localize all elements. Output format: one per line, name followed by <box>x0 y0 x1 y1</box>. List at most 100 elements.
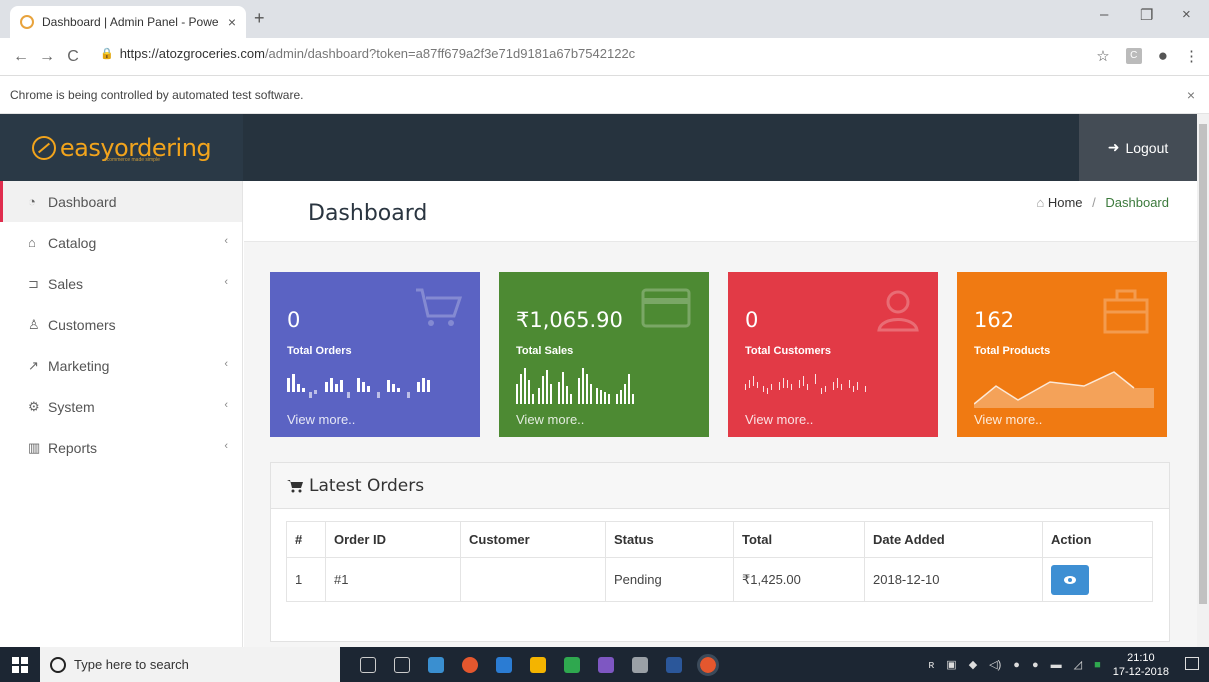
total-sales-card: ₹1,065.90 Total Sales View more.. <box>499 272 709 437</box>
logo-mark-icon <box>31 135 56 160</box>
menu-icon[interactable]: ⋮ <box>1184 47 1199 65</box>
table-row: 1 #1 Pending ₹1,425.00 2018-12-10 <box>286 557 1153 602</box>
window-close-button[interactable]: × <box>1182 6 1191 23</box>
sidebar-item-system[interactable]: ⚙ System ‹ <box>0 386 242 427</box>
latest-orders-panel: Latest Orders # Order ID Customer Status… <box>270 462 1170 642</box>
view-more-link[interactable]: View more.. <box>974 412 1042 427</box>
total-orders-card: 0 Total Orders View more.. <box>270 272 480 437</box>
reload-icon[interactable]: C <box>60 48 86 66</box>
taskbar-search-input[interactable]: Type here to search <box>40 647 340 682</box>
task-view-icon[interactable] <box>394 656 410 673</box>
sidebar-item-dashboard[interactable]: ◔ Dashboard <box>0 181 242 222</box>
briefcase-icon <box>1103 289 1149 334</box>
sidebar-item-label: System <box>48 398 95 415</box>
page-scrollbar[interactable] <box>1197 114 1209 647</box>
paint-icon[interactable] <box>632 656 648 673</box>
sidebar-item-marketing[interactable]: ↗ Marketing ‹ <box>0 345 242 386</box>
card-value: 0 <box>287 308 301 332</box>
profile-icon[interactable]: ● <box>1158 46 1168 66</box>
app-tray-icon[interactable]: ● <box>1032 659 1039 671</box>
sparkline-bars <box>516 368 634 404</box>
column-header-date-added: Date Added <box>864 521 1043 558</box>
wifi-icon[interactable]: ◿ <box>1074 658 1082 671</box>
cell-date-added: 2018-12-10 <box>864 557 1043 602</box>
address-bar[interactable]: 🔒 https://atozgroceries.com/admin/dashbo… <box>100 46 635 61</box>
clock-time: 21:10 <box>1127 651 1155 664</box>
eclipse-icon[interactable] <box>598 656 614 673</box>
sidebar-item-catalog[interactable]: ⌂ Catalog ‹ <box>0 222 242 263</box>
column-header-action: Action <box>1042 521 1153 558</box>
taskbar-clock[interactable]: 21:10 17-12-2018 <box>1113 651 1169 679</box>
credit-card-icon <box>641 288 691 328</box>
people-icon[interactable]: ʀ <box>928 659 934 671</box>
bookmark-star-icon[interactable]: ☆ <box>1096 47 1109 65</box>
cart-icon <box>416 288 462 326</box>
minimize-button[interactable]: – <box>1100 6 1108 23</box>
windows-taskbar: Type here to search ʀ ▣ ◆ ◁) ● ● ▬ ◿ ■ 2… <box>0 647 1209 682</box>
sidebar-item-reports[interactable]: ▥ Reports ‹ <box>0 427 242 468</box>
card-label: Total Orders <box>287 345 352 357</box>
chrome-tray-icon[interactable]: ● <box>1013 659 1020 671</box>
card-value: 162 <box>974 308 1015 332</box>
extension-icon[interactable]: C <box>1125 48 1142 64</box>
cell-action <box>1042 557 1153 602</box>
forward-icon[interactable]: → <box>34 48 60 66</box>
infobar-close-icon[interactable]: × <box>1187 77 1195 114</box>
microphone-icon[interactable] <box>360 656 376 673</box>
store-icon[interactable] <box>530 656 546 673</box>
dashboard-icon: ◔ <box>28 194 36 209</box>
shield-icon[interactable]: ◆ <box>969 658 977 671</box>
column-header-order-id: Order ID <box>325 521 461 558</box>
clock-date: 17-12-2018 <box>1112 665 1169 678</box>
network-icon[interactable]: ▣ <box>946 658 956 671</box>
infobar-text: Chrome is being controlled by automated … <box>10 88 304 102</box>
view-more-link[interactable]: View more.. <box>745 412 813 427</box>
card-value: ₹1,065.90 <box>516 308 623 332</box>
notification-center-icon[interactable] <box>1185 657 1199 670</box>
tab-close-icon[interactable]: × <box>228 14 236 30</box>
table-header-row: # Order ID Customer Status Total Date Ad… <box>286 521 1153 558</box>
view-more-link[interactable]: View more.. <box>287 412 355 427</box>
total-customers-card: 0 Total Customers View more.. <box>728 272 938 437</box>
app-icon[interactable] <box>564 656 580 673</box>
taskbar-apps <box>360 653 719 676</box>
tab-title: Dashboard | Admin Panel - Powe <box>42 15 219 29</box>
battery-icon[interactable]: ▬ <box>1051 659 1062 671</box>
automation-infobar: Chrome is being controlled by automated … <box>0 77 1209 114</box>
edge-icon[interactable] <box>496 656 512 673</box>
sidebar-item-customers[interactable]: ♙ Customers <box>0 304 242 345</box>
chrome-active-icon[interactable] <box>697 653 719 676</box>
start-button[interactable] <box>0 647 40 682</box>
back-icon[interactable]: ← <box>8 48 34 66</box>
chrome-icon[interactable] <box>462 656 478 673</box>
card-label: Total Sales <box>516 345 574 357</box>
new-tab-button[interactable]: + <box>254 8 265 29</box>
tab-favicon-icon <box>20 15 34 29</box>
chevron-left-icon: ‹ <box>224 276 228 288</box>
breadcrumb-current[interactable]: Dashboard <box>1105 195 1169 210</box>
sidebar-item-sales[interactable]: ⊐ Sales ‹ <box>0 263 242 304</box>
scrollbar-thumb[interactable] <box>1199 124 1207 604</box>
app-icon[interactable] <box>428 656 444 673</box>
browser-tab[interactable]: Dashboard | Admin Panel - Powe × <box>10 6 246 38</box>
view-order-button[interactable] <box>1051 564 1089 595</box>
app-tray-icon[interactable]: ■ <box>1094 659 1101 671</box>
brand-logo[interactable]: easyordering ecommerce made simple <box>0 114 243 181</box>
tag-icon: ⌂ <box>28 235 36 250</box>
logout-button[interactable]: ➜ Logout <box>1079 114 1197 181</box>
sign-out-icon: ➜ <box>1107 139 1120 155</box>
home-icon: ⌂ <box>1036 195 1045 210</box>
word-icon[interactable] <box>666 656 682 673</box>
breadcrumb-home[interactable]: Home <box>1048 195 1083 210</box>
user-icon <box>877 290 919 332</box>
view-more-link[interactable]: View more.. <box>516 412 584 427</box>
card-value: 0 <box>745 308 759 332</box>
cell-status: Pending <box>605 557 734 602</box>
browser-tab-bar: Dashboard | Admin Panel - Powe × + – ❐ × <box>0 0 1209 38</box>
restore-button[interactable]: ❐ <box>1140 6 1153 24</box>
main-content: Dashboard ⌂ Home / Dashboard 0 Total Ord… <box>244 181 1197 647</box>
orders-table: # Order ID Customer Status Total Date Ad… <box>286 521 1153 602</box>
logout-label: Logout <box>1125 139 1169 156</box>
chevron-left-icon: ‹ <box>224 440 228 452</box>
volume-icon[interactable]: ◁) <box>989 658 1001 671</box>
